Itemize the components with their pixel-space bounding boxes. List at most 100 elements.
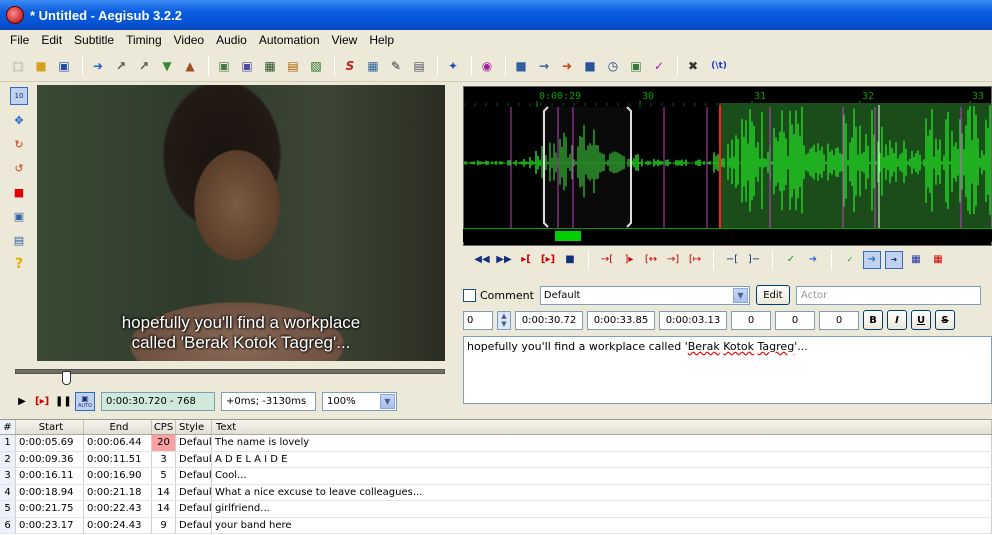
next-line-icon[interactable]: ▶▶ <box>495 251 513 269</box>
table-row[interactable]: 4 0:00:18.94 0:00:21.18 14 Default What a nic… <box>0 484 992 501</box>
auto-scroll-toggle[interactable]: ▣ AUTO <box>75 391 95 411</box>
lead-in-icon[interactable]: −[ <box>723 251 741 269</box>
help-icon[interactable]: ? <box>10 255 28 273</box>
aegisub-app-icon[interactable] <box>6 6 24 24</box>
margin-vertical-field[interactable]: 0 <box>819 310 859 330</box>
fonts-collector-icon[interactable]: ▲ <box>180 56 200 76</box>
open-file-icon[interactable]: ■ <box>31 56 51 76</box>
menu-audio[interactable]: Audio <box>210 33 253 47</box>
video-details-icon[interactable]: ◉ <box>477 56 497 76</box>
video-offset-field[interactable]: +0ms; -3130ms <box>221 391 316 411</box>
lead-out-icon[interactable]: ]− <box>745 251 763 269</box>
snap-start-icon[interactable]: ■ <box>511 56 531 76</box>
play-current-line-icon[interactable]: [▸] <box>539 251 557 269</box>
menu-video[interactable]: Video <box>168 33 210 47</box>
menu-timing[interactable]: Timing <box>120 33 168 47</box>
seek-thumb[interactable] <box>62 371 72 385</box>
table-row[interactable]: 6 0:00:23.17 0:00:24.43 9 Default your band h… <box>0 517 992 534</box>
menu-automation[interactable]: Automation <box>253 33 326 47</box>
commit-icon[interactable]: ✓ <box>782 251 800 269</box>
header-end[interactable]: End <box>84 420 152 434</box>
subtitle-grid[interactable]: # Start End CPS Style Text 1 0:00:05.69 0:… <box>0 419 992 535</box>
karaoke-icon[interactable]: ▦ <box>929 251 947 269</box>
audio-waveform-display[interactable]: 0:00:29 30 31 32 33 <box>463 86 992 246</box>
header-text[interactable]: Text <box>212 420 992 434</box>
start-time-field[interactable]: 0:00:30.72 <box>515 310 583 330</box>
rotate-z-tool-icon[interactable]: ↻ <box>10 135 28 153</box>
video-display[interactable]: hopefully you'll find a workplace called… <box>37 85 445 361</box>
options-pen-icon[interactable]: ✎ <box>386 56 406 76</box>
play-to-end-icon[interactable]: [↦ <box>686 251 704 269</box>
video-seek-slider[interactable] <box>15 365 445 390</box>
menu-view[interactable]: View <box>326 33 364 47</box>
standard-tool-icon[interactable]: 10 <box>10 87 28 105</box>
jump-to-icon[interactable]: ➜ <box>88 56 108 76</box>
zoom-select[interactable]: 100% ▼ <box>322 391 397 411</box>
scale-tool-icon[interactable]: ■ <box>10 183 28 201</box>
spin-down-icon[interactable]: ▼ <box>501 320 506 328</box>
layer-spinner[interactable]: ▲ ▼ <box>497 310 511 330</box>
translation-assistant-icon[interactable]: ▤ <box>283 56 303 76</box>
comment-checkbox[interactable] <box>463 288 476 302</box>
pause-icon[interactable]: ❚❚ <box>55 396 72 407</box>
properties-icon[interactable]: ▣ <box>214 56 234 76</box>
attachments-icon[interactable]: ▼ <box>157 56 177 76</box>
spin-up-icon[interactable]: ▲ <box>501 312 506 320</box>
chevron-down-icon[interactable]: ▼ <box>380 393 395 409</box>
tools-icon[interactable]: ✖ <box>683 56 703 76</box>
video-time-field[interactable]: 0:00:30.720 - 768 <box>101 391 215 411</box>
auto-next-icon[interactable]: ➜ <box>863 250 881 269</box>
header-cps[interactable]: CPS <box>152 420 176 434</box>
italic-button[interactable]: I <box>887 310 907 330</box>
underline-button[interactable]: U <box>911 310 931 330</box>
shift-times-icon[interactable]: ◷ <box>603 56 623 76</box>
strikeout-button[interactable]: S <box>935 310 955 330</box>
table-row[interactable]: 5 0:00:21.75 0:00:22.43 14 Default girlfriend… <box>0 501 992 518</box>
resample-icon[interactable]: ▧ <box>306 56 326 76</box>
margin-right-field[interactable]: 0 <box>775 310 815 330</box>
styling-assistant-icon[interactable]: ▦ <box>260 56 280 76</box>
edit-style-button[interactable]: Edit <box>755 285 790 305</box>
style-manager-icon[interactable]: ▣ <box>237 56 257 76</box>
play-icon[interactable]: ▶ <box>15 396 29 407</box>
bold-button[interactable]: B <box>863 310 883 330</box>
spectrum-icon[interactable]: ▦ <box>907 251 925 269</box>
kanji-timer-icon[interactable]: ▦ <box>363 56 383 76</box>
chevron-down-icon[interactable]: ▼ <box>732 287 748 303</box>
find-icon[interactable]: ↗ <box>111 56 131 76</box>
auto-commit-icon[interactable]: ✓ <box>841 251 859 269</box>
header-style[interactable]: Style <box>176 420 212 434</box>
auto-scroll-audio-icon[interactable]: ➜ <box>885 250 903 269</box>
find-replace-icon[interactable]: ↗ <box>134 56 154 76</box>
audio-scroll-thumb[interactable] <box>555 231 581 241</box>
vector-clip-tool-icon[interactable]: ▤ <box>10 231 28 249</box>
new-file-icon[interactable]: □ <box>8 56 28 76</box>
subtitle-text-editor[interactable]: hopefully you'll find a workplace called… <box>463 336 992 404</box>
end-time-field[interactable]: 0:00:33.85 <box>587 310 655 330</box>
margin-left-field[interactable]: 0 <box>731 310 771 330</box>
header-number[interactable]: # <box>0 420 16 434</box>
stop-icon[interactable]: ■ <box>561 251 579 269</box>
automation-icon[interactable]: ✦ <box>443 56 463 76</box>
drag-tool-icon[interactable]: ✥ <box>10 111 28 129</box>
style-select[interactable]: Default ▼ <box>539 285 750 305</box>
table-row[interactable]: 2 0:00:09.36 0:00:11.51 3 Default A D E L A I… <box>0 451 992 468</box>
duration-field[interactable]: 0:00:03.13 <box>659 310 727 330</box>
play-before-icon[interactable]: →[ <box>598 251 616 269</box>
menu-subtitle[interactable]: Subtitle <box>68 33 120 47</box>
tag-toggle-icon[interactable]: (\t) <box>706 56 732 76</box>
play-last-500-icon[interactable]: [↔ <box>642 251 660 269</box>
timing-post-processor-icon[interactable]: S <box>340 56 360 76</box>
actor-field[interactable]: Actor <box>795 285 981 305</box>
play-line-icon[interactable]: [▸] <box>35 396 49 407</box>
header-start[interactable]: Start <box>16 420 84 434</box>
jump-video-icon[interactable]: ➜ <box>557 56 577 76</box>
menu-file[interactable]: File <box>4 33 35 47</box>
audio-scrollbar[interactable] <box>463 228 992 242</box>
edit-icon[interactable]: ▤ <box>409 56 429 76</box>
layer-field[interactable]: 0 <box>463 310 493 330</box>
play-selection-icon[interactable]: ▸[ <box>517 251 535 269</box>
table-row[interactable]: 3 0:00:16.11 0:00:16.90 5 Default Cool... <box>0 468 992 485</box>
zoom-icon[interactable]: ■ <box>580 56 600 76</box>
play-after-icon[interactable]: →] <box>664 251 682 269</box>
